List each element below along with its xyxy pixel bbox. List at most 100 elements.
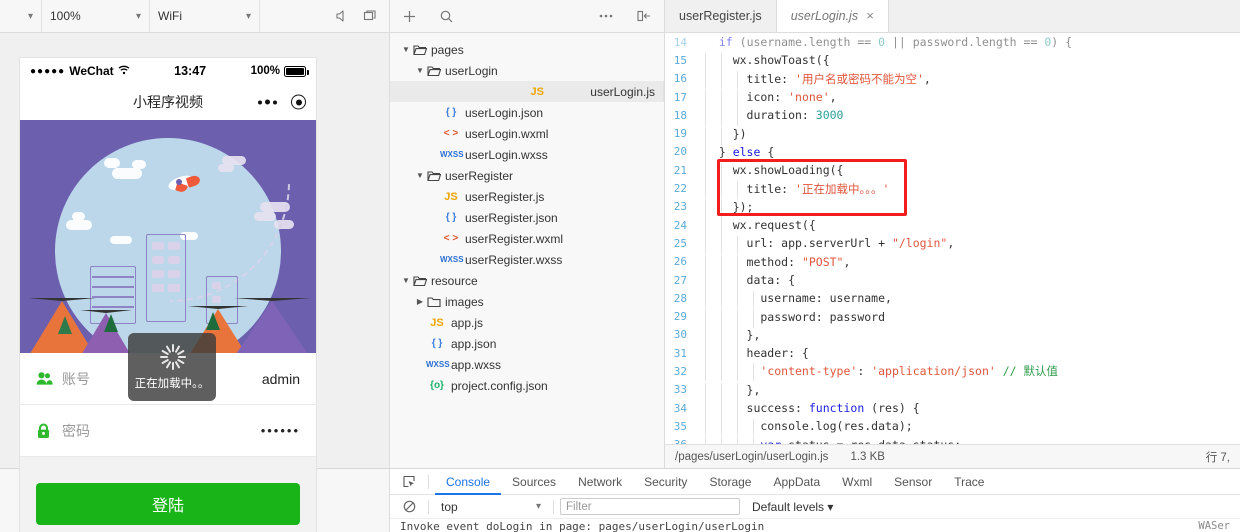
add-icon[interactable]: [402, 9, 417, 24]
status-time: 13:47: [130, 64, 251, 78]
file-tree-item-label: userRegister.wxml: [465, 232, 563, 246]
more-icon[interactable]: [258, 100, 277, 105]
code-line: 29 password: password: [665, 307, 1240, 325]
file-tree-item-label: app.json: [451, 337, 496, 351]
file-tree-item-label: userRegister.json: [465, 211, 558, 225]
file-tree-item[interactable]: WXSSuserLogin.wxss: [390, 144, 664, 165]
line-number: 15: [665, 54, 695, 67]
window-icon[interactable]: [363, 9, 377, 23]
js-file-icon: JS: [440, 191, 462, 203]
search-icon[interactable]: [439, 9, 454, 24]
inspect-element-icon[interactable]: [396, 475, 422, 489]
password-value: ••••••: [261, 423, 300, 438]
console-filter-input[interactable]: Filter: [560, 498, 740, 515]
line-number: 18: [665, 109, 695, 122]
json-file-icon: { }: [426, 338, 448, 349]
console-message-source: WASer: [1198, 520, 1230, 532]
tab-userlogin-js[interactable]: userLogin.js ×: [777, 0, 889, 32]
password-field[interactable]: 密码 ••••••: [20, 405, 316, 457]
code-text: });: [695, 200, 1240, 214]
file-tree-item-label: pages: [431, 43, 464, 57]
chevron-down-icon[interactable]: ▼: [400, 45, 412, 54]
close-circle-icon[interactable]: [291, 95, 306, 110]
mute-icon[interactable]: [335, 9, 349, 23]
log-levels-label: Default levels: [752, 500, 824, 514]
lock-icon: [36, 423, 62, 439]
loading-spinner-icon: [159, 344, 185, 370]
file-tree-item[interactable]: ▼ userRegister: [390, 165, 664, 186]
code-text: },: [695, 383, 1240, 397]
file-tree-item[interactable]: WXSSapp.wxss: [390, 354, 664, 375]
chevron-down-icon: ▾: [536, 501, 541, 512]
console-tab-appdata[interactable]: AppData: [762, 469, 831, 495]
tree-shape: [104, 314, 118, 332]
console-tab-trace[interactable]: Trace: [943, 469, 995, 495]
context-select-label: top: [441, 500, 458, 514]
console-tab-bar[interactable]: ConsoleSourcesNetworkSecurityStorageAppD…: [390, 469, 1240, 495]
console-tab-sensor[interactable]: Sensor: [883, 469, 943, 495]
file-tree-item[interactable]: ▼userLogin: [390, 60, 664, 81]
loading-toast: 正在加载中。。: [128, 333, 216, 401]
file-tree-item[interactable]: JSuserLogin.js: [390, 81, 664, 102]
file-tree-item[interactable]: { }userRegister.json: [390, 207, 664, 228]
chevron-right-icon[interactable]: ▶: [414, 297, 426, 306]
zoom-select[interactable]: 100% ▾: [42, 0, 150, 32]
code-area[interactable]: 14 if (username.length == 0 || password.…: [665, 33, 1240, 444]
line-number: 33: [665, 383, 695, 396]
cloud-shape: [104, 158, 120, 168]
tab-userregister-js[interactable]: userRegister.js: [665, 0, 777, 32]
json-file-icon: { }: [440, 212, 462, 223]
network-select[interactable]: WiFi ▾: [150, 0, 260, 32]
file-tree-item[interactable]: < >userRegister.wxml: [390, 228, 664, 249]
file-tree-item[interactable]: JSapp.js: [390, 312, 664, 333]
code-text: data: {: [695, 273, 1240, 287]
line-number: 26: [665, 255, 695, 268]
file-tree-item[interactable]: < >userLogin.wxml: [390, 123, 664, 144]
file-tree-item[interactable]: WXSSuserRegister.wxss: [390, 249, 664, 270]
file-tree-item-label: userRegister: [445, 169, 513, 183]
code-line: 28 username: username,: [665, 289, 1240, 307]
console-tab-security[interactable]: Security: [633, 469, 698, 495]
phone-preview: ●●●●● WeChat 13:47 100% 小程序视频: [20, 58, 316, 532]
login-button[interactable]: 登陆: [36, 483, 300, 525]
file-tree-item[interactable]: { }userLogin.json: [390, 102, 664, 123]
capsule-buttons[interactable]: [258, 95, 306, 110]
chevron-down-icon[interactable]: ▼: [400, 276, 412, 285]
cloud-shape: [218, 164, 234, 172]
console-tab-sources[interactable]: Sources: [501, 469, 567, 495]
console-tab-storage[interactable]: Storage: [698, 469, 762, 495]
file-tree-item[interactable]: ▼resource: [390, 270, 664, 291]
chevron-down-icon[interactable]: ▼: [414, 171, 426, 180]
code-text: username: username,: [695, 291, 1240, 305]
file-tree-item-label: userLogin.json: [465, 106, 543, 120]
console-tab-wxml[interactable]: Wxml: [831, 469, 883, 495]
line-number: 34: [665, 402, 695, 415]
file-tree-item-label: app.wxss: [451, 358, 501, 372]
file-tree-item[interactable]: { }app.json: [390, 333, 664, 354]
code-line: 31 header: {: [665, 344, 1240, 362]
console-tab-network[interactable]: Network: [567, 469, 633, 495]
file-tree[interactable]: ▼pages▼userLoginJSuserLogin.js{ }userLog…: [390, 33, 665, 468]
more-icon[interactable]: [598, 9, 614, 23]
code-line: 25 url: app.serverUrl + "/login",: [665, 234, 1240, 252]
panel-toggle-icon[interactable]: [636, 9, 652, 23]
wxss-file-icon: WXSS: [426, 360, 448, 369]
battery-percent: 100%: [251, 65, 280, 77]
console-tab-console[interactable]: Console: [435, 469, 501, 495]
chevron-down-icon[interactable]: ▼: [414, 66, 426, 75]
log-levels-select[interactable]: Default levels ▾: [752, 500, 833, 514]
file-tree-item[interactable]: ▶images: [390, 291, 664, 312]
device-select[interactable]: ▾: [0, 0, 42, 32]
json-file-icon: { }: [440, 107, 462, 118]
clear-console-icon[interactable]: [396, 500, 422, 513]
console-message-row: Invoke event doLogin in page: pages/user…: [390, 519, 1240, 532]
chevron-down-icon: ▾: [28, 11, 33, 22]
tab-label: userRegister.js: [679, 9, 762, 23]
close-icon[interactable]: ×: [866, 8, 874, 23]
context-select[interactable]: top ▾: [435, 500, 547, 514]
file-tree-item[interactable]: {o}project.config.json: [390, 375, 664, 396]
file-tree-item[interactable]: JSuserRegister.js: [390, 186, 664, 207]
cloud-shape: [72, 212, 85, 221]
file-tree-item[interactable]: ▼ pages: [390, 39, 664, 60]
code-text: }): [695, 127, 1240, 141]
